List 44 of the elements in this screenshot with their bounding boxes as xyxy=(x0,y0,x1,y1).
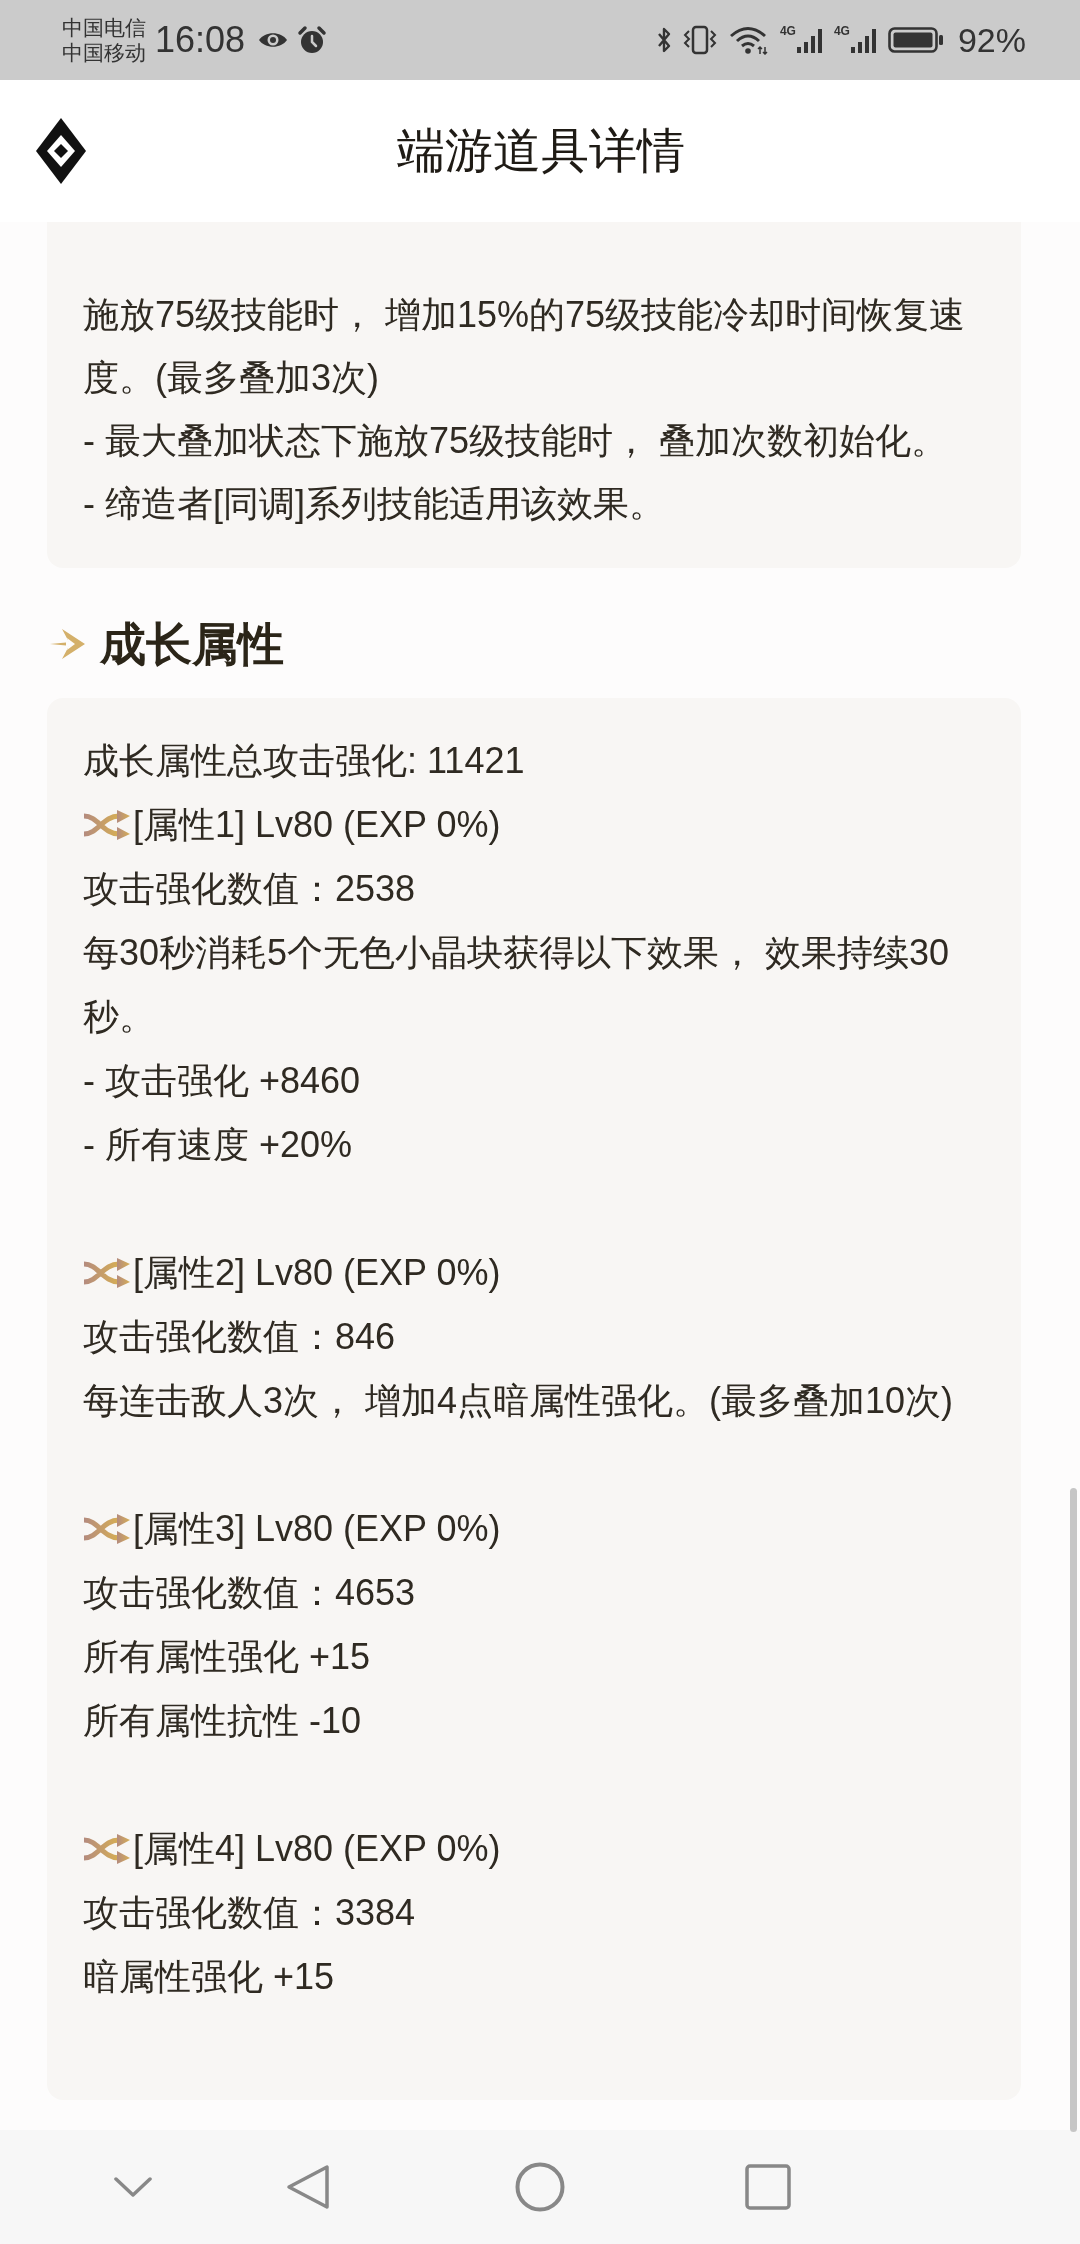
recents-icon[interactable] xyxy=(745,2164,791,2210)
back-icon[interactable] xyxy=(286,2164,330,2210)
attribute-title: [属性2] Lv80 (EXP 0%) xyxy=(133,1251,501,1295)
network-type: 4G xyxy=(833,25,850,37)
bluetooth-icon xyxy=(656,26,671,54)
battery-percent: 92% xyxy=(957,20,1026,60)
effect-text: - 缔造者[同调]系列技能适用该效果。 xyxy=(83,482,666,526)
status-time: 16:08 xyxy=(155,19,246,61)
attribute-text: 攻击强化数值：2538 xyxy=(83,867,417,911)
attribute-title: [属性1] Lv80 (EXP 0%) xyxy=(133,803,501,847)
attribute-title: [属性3] Lv80 (EXP 0%) xyxy=(133,1507,501,1551)
page-title: 端游道具详情 xyxy=(397,123,685,179)
attribute-text: - 所有速度 +20% xyxy=(83,1123,354,1167)
vibrate-icon xyxy=(682,25,717,55)
logo-icon[interactable] xyxy=(36,118,86,184)
attribute-text: 所有属性强化 +15 xyxy=(83,1635,372,1679)
signal-icon xyxy=(796,27,822,53)
attribute-text: - 攻击强化 +8460 xyxy=(83,1059,362,1103)
attribute-text: 所有属性抗性 -10 xyxy=(83,1699,363,1743)
shuffle-icon xyxy=(83,1258,131,1288)
alarm-clock-icon xyxy=(297,25,328,55)
network-type: 4G xyxy=(779,25,796,37)
attribute-text: 攻击强化数值：3384 xyxy=(83,1891,417,1935)
shuffle-icon xyxy=(83,1834,131,1864)
eye-icon xyxy=(258,30,289,50)
carrier-name: 中国电信 xyxy=(62,15,146,40)
shuffle-icon xyxy=(83,810,131,840)
attribute-text: 每30秒消耗5个无色小晶块获得以下效果， 效果持续30秒。 xyxy=(83,931,951,1039)
attribute-text: 攻击强化数值：846 xyxy=(83,1315,397,1359)
home-icon[interactable] xyxy=(515,2162,565,2212)
summary-text: 成长属性总攻击强化: 11421 xyxy=(83,739,526,783)
carrier-name: 中国移动 xyxy=(62,40,146,65)
attribute-text: 攻击强化数值：4653 xyxy=(83,1571,417,1615)
shuffle-icon xyxy=(83,1514,131,1544)
effect-text: 施放75级技能时， 增加15%的75级技能冷却时间恢复速度。(最多叠加3次) xyxy=(83,293,967,400)
effect-text: - 最大叠加状态下施放75级技能时， 叠加次数初始化。 xyxy=(83,419,949,463)
wifi-icon xyxy=(728,25,768,55)
attribute-title: [属性4] Lv80 (EXP 0%) xyxy=(133,1827,501,1871)
section-title: 成长属性 xyxy=(100,617,284,672)
attribute-text: 暗属性强化 +15 xyxy=(83,1955,336,1999)
signal-icon xyxy=(850,27,876,53)
attribute-text: 每连击敌人3次， 增加4点暗属性强化。(最多叠加10次) xyxy=(83,1379,955,1423)
battery-icon xyxy=(887,26,944,54)
chevron-down-icon[interactable] xyxy=(114,2177,152,2197)
